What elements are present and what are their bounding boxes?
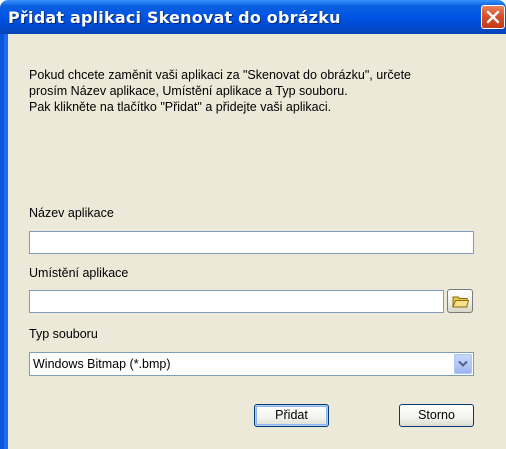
instructions-line-3: Pak klikněte na tlačítko "Přidat" a přid… [29, 100, 332, 114]
app-name-input[interactable] [29, 231, 474, 254]
browse-button[interactable] [447, 289, 473, 313]
file-type-select[interactable]: Windows Bitmap (*.bmp) [29, 352, 474, 376]
instructions-line-1: Pokud chcete zaměnit vaši aplikaci za "S… [29, 68, 411, 82]
file-type-dropdown-button[interactable] [454, 354, 472, 374]
app-location-input[interactable] [29, 290, 444, 313]
file-type-value: Windows Bitmap (*.bmp) [33, 357, 171, 371]
chevron-down-icon [458, 360, 468, 367]
title-bar[interactable]: Přidat aplikaci Skenovat do obrázku [0, 0, 506, 34]
close-icon [486, 10, 500, 24]
window-title: Přidat aplikaci Skenovat do obrázku [8, 8, 341, 27]
folder-icon [452, 296, 469, 308]
file-type-label: Typ souboru [29, 327, 98, 341]
instructions-text: Pokud chcete zaměnit vaši aplikaci za "S… [29, 67, 489, 115]
app-name-label: Název aplikace [29, 206, 114, 220]
close-button[interactable] [481, 5, 505, 29]
cancel-button[interactable]: Storno [399, 404, 474, 427]
instructions-line-2: prosím Název aplikace, Umístění aplikace… [29, 84, 348, 98]
app-location-label: Umístění aplikace [29, 266, 129, 280]
dialog-window: Přidat aplikaci Skenovat do obrázku Poku… [0, 0, 506, 449]
add-button[interactable]: Přidat [254, 404, 329, 427]
